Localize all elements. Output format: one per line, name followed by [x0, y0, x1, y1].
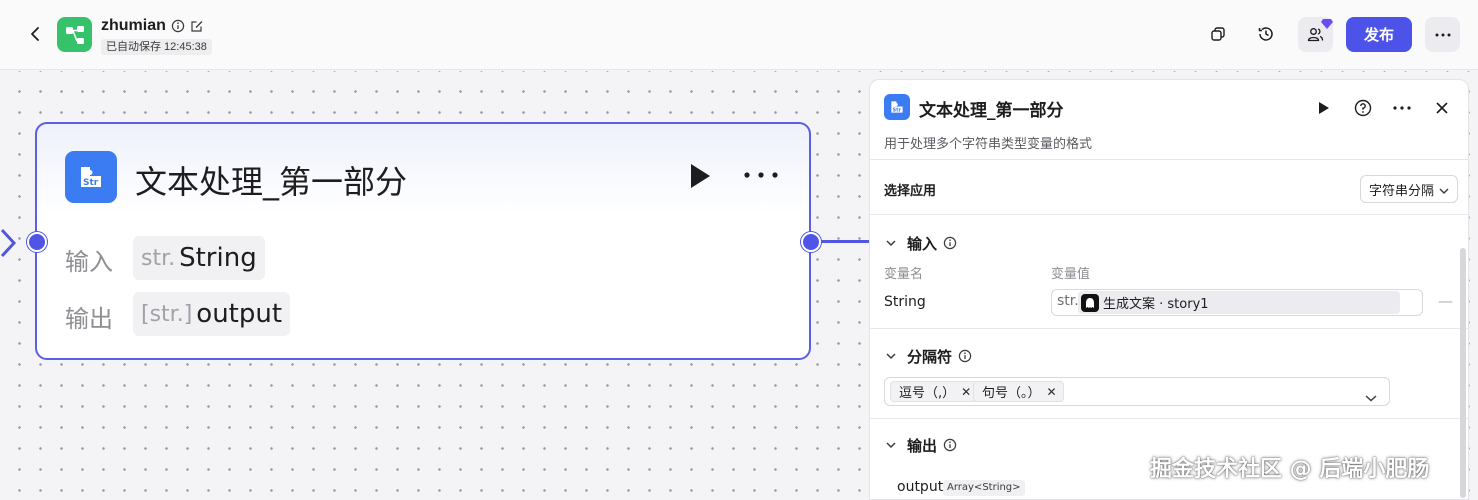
string-node-icon: Str: [884, 94, 910, 120]
save-status: 已自动保存 12:45:38: [101, 39, 212, 55]
chevron-down-icon: [886, 240, 896, 247]
diamond-badge-icon: [1321, 14, 1333, 29]
node-output-chip: [str.] output: [133, 292, 291, 336]
more-icon[interactable]: [1425, 17, 1460, 52]
chevron-down-icon: [886, 442, 896, 449]
info-icon: [943, 438, 957, 452]
svg-text:Str: Str: [893, 108, 902, 114]
remove-tag-icon[interactable]: ✕: [961, 385, 971, 399]
divider: [870, 418, 1468, 419]
output-name: output: [897, 479, 944, 495]
edit-icon[interactable]: [190, 18, 204, 37]
close-icon[interactable]: [1430, 96, 1454, 120]
more-icon[interactable]: [743, 164, 779, 183]
delimiter-multiselect[interactable]: 逗号（,） ✕ 句号（。） ✕: [884, 377, 1390, 406]
collaborators-icon: [1307, 28, 1324, 42]
var-reference-text: 生成文案 · story1: [1103, 297, 1209, 312]
text-processing-node[interactable]: Str 文本处理_第一部分 输入 str. String 输出 [str.] o…: [35, 122, 811, 360]
panel-description: 用于处理多个字符串类型变量的格式: [884, 137, 1093, 152]
remove-var-icon[interactable]: —: [1438, 292, 1453, 310]
node-config-panel: Str 文本处理_第一部分 用于处理多个字符串类型变量的格式 选择应用 字符串分…: [869, 79, 1469, 500]
ghost-avatar-icon: [1081, 293, 1099, 312]
top-bar: zhumian 已自动保存 12:45:38 发布: [0, 0, 1478, 70]
chevron-down-icon: [1439, 184, 1449, 199]
output-section-title: 输出: [907, 436, 938, 455]
col-var-value: 变量值: [1051, 267, 1091, 282]
chevron-down-icon: [886, 353, 896, 360]
string-node-icon: Str: [65, 151, 117, 203]
delimiter-section-title: 分隔符: [907, 347, 953, 366]
select-app-dropdown[interactable]: 字符串分隔: [1360, 175, 1458, 203]
info-icon: [943, 236, 957, 250]
select-app-value: 字符串分隔: [1369, 183, 1435, 199]
svg-text:Str: Str: [83, 178, 99, 188]
node-input-value: String: [179, 243, 257, 273]
output-type-badge: Array<String>: [943, 480, 1025, 496]
watermark: 掘金技术社区 @ 后端小肥肠: [1150, 457, 1430, 482]
publish-button[interactable]: 发布: [1346, 17, 1412, 52]
node-input-port[interactable]: [27, 232, 47, 252]
node-output-port[interactable]: [801, 232, 821, 252]
app-icon: [57, 17, 92, 52]
array-string-type-icon: [str.]: [141, 301, 193, 327]
run-icon[interactable]: [1312, 96, 1336, 120]
col-var-name: 变量名: [884, 267, 924, 282]
chevron-down-icon[interactable]: [1365, 387, 1377, 406]
select-app-label: 选择应用: [884, 184, 937, 199]
tag-period: 句号（。） ✕: [973, 381, 1064, 402]
input-section-header[interactable]: 输入: [884, 233, 957, 253]
info-icon[interactable]: [171, 18, 185, 37]
node-input-chip: str. String: [133, 236, 265, 280]
var-reference-chip[interactable]: 生成文案 · story1: [1078, 291, 1400, 314]
node-output-value: output: [196, 299, 283, 329]
var-name: String: [884, 294, 926, 310]
delimiter-section-header[interactable]: 分隔符: [884, 346, 972, 366]
tag-label: 逗号（,）: [899, 386, 956, 401]
info-icon: [958, 349, 972, 363]
var-value-input[interactable]: str. 生成文案 · story1 ×: [1051, 289, 1423, 316]
run-icon[interactable]: [687, 162, 713, 194]
tag-comma: 逗号（,） ✕: [890, 381, 979, 402]
more-icon[interactable]: [1390, 96, 1414, 120]
node-input-label: 输入: [65, 248, 113, 276]
string-type-icon: str.: [141, 245, 176, 271]
node-output-label: 输出: [65, 305, 113, 333]
incoming-connection-arrow: [0, 228, 18, 262]
history-icon[interactable]: [1254, 22, 1278, 46]
node-title: 文本处理_第一部分: [135, 163, 408, 201]
copy-icon[interactable]: [1206, 22, 1230, 46]
divider: [870, 328, 1468, 329]
string-type-icon: str.: [1057, 293, 1079, 309]
divider: [870, 214, 1468, 215]
app-name: zhumian: [101, 17, 166, 34]
outgoing-connection-line: [818, 240, 870, 243]
panel-title: 文本处理_第一部分: [919, 101, 1064, 121]
input-section-title: 输入: [907, 234, 938, 253]
divider: [870, 159, 1468, 160]
output-section-header[interactable]: 输出: [884, 435, 957, 455]
back-arrow-icon[interactable]: [24, 22, 46, 46]
remove-tag-icon[interactable]: ✕: [1047, 385, 1057, 399]
tag-label: 句号（。）: [982, 386, 1041, 401]
help-icon[interactable]: [1351, 96, 1375, 120]
panel-scrollbar[interactable]: [1460, 248, 1466, 498]
